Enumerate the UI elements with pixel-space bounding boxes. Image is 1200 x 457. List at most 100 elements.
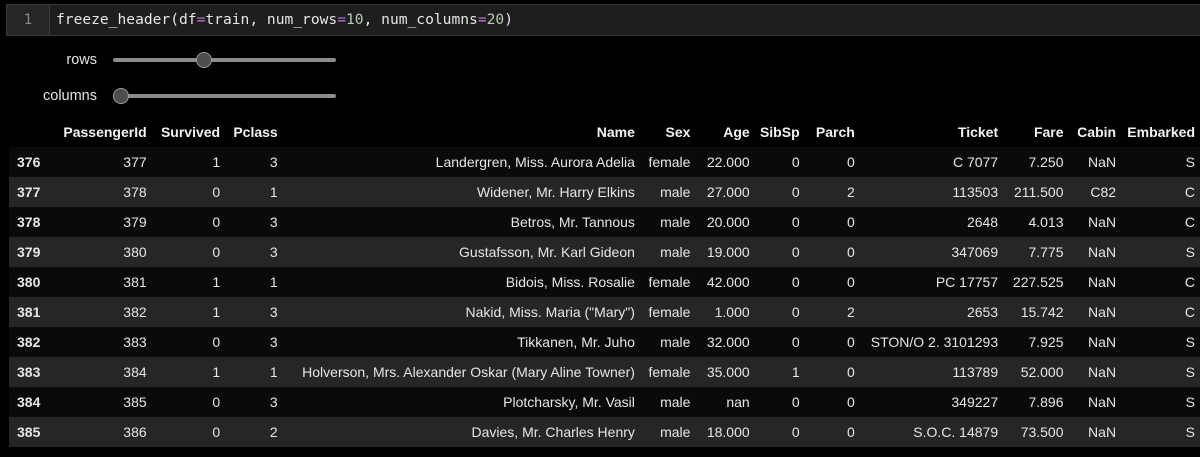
column-header: Survived	[160, 124, 221, 140]
table-cell: 22.000	[706, 154, 750, 170]
table-cell: NaN	[1088, 364, 1117, 380]
table-cell: 349227	[951, 394, 999, 410]
table-cell: 3	[269, 394, 278, 410]
table-cell: 7.925	[1028, 334, 1064, 350]
code-editor[interactable]: freeze_header(df=train, num_rows=10, num…	[56, 5, 513, 35]
table-cell: 0	[791, 394, 800, 410]
table-cell: NaN	[1088, 424, 1117, 440]
table-cell: NaN	[1088, 274, 1117, 290]
table-row: 377 378 0 1 Widener, Mr. Harry Elkins male 27.…	[9, 177, 1200, 207]
table-cell: 0	[212, 244, 221, 260]
line-number: 1	[7, 5, 50, 35]
column-header: SibSp	[759, 124, 800, 140]
rows-slider-handle[interactable]	[195, 52, 212, 68]
table-cell: 3	[269, 244, 278, 260]
table-cell: 52.000	[1020, 364, 1064, 380]
table-cell: Landergren, Miss. Aurora Adelia	[435, 154, 635, 170]
row-index: 381	[17, 304, 41, 320]
table-cell: 385	[123, 394, 147, 410]
table-cell: 383	[123, 334, 147, 350]
table-cell: Holverson, Mrs. Alexander Oskar (Mary Al…	[302, 364, 635, 380]
table-cell: NaN	[1088, 244, 1117, 260]
code-close: )	[504, 11, 513, 28]
dataframe-table: PassengerId Survived Pclass Name Sex Age SibSp…	[9, 117, 1200, 447]
table-cell: 0	[847, 244, 855, 260]
table-cell: 0	[847, 364, 855, 380]
columns-slider-track[interactable]	[113, 94, 336, 98]
table-cell: nan	[726, 394, 750, 410]
table-cell: 381	[123, 274, 147, 290]
table-cell: C 7077	[952, 154, 999, 170]
table-row: 383 384 1 1 Holverson, Mrs. Alexander Oskar …	[9, 357, 1200, 387]
table-cell: 2648	[966, 214, 999, 230]
table-cell: 0	[847, 394, 855, 410]
table-cell: 3	[269, 154, 278, 170]
columns-slider-handle[interactable]	[113, 88, 129, 104]
table-cell: 1	[212, 304, 221, 320]
table-cell: Betros, Mr. Tannous	[510, 214, 635, 230]
row-index: 376	[17, 154, 41, 170]
table-cell: 0	[212, 214, 221, 230]
table-cell: 379	[123, 214, 147, 230]
code-func: freeze_header(	[56, 11, 180, 28]
table-cell: Tikkanen, Mr. Juho	[517, 334, 635, 350]
table-cell: female	[648, 154, 691, 170]
table-cell: 42.000	[706, 274, 750, 290]
table-cell: 3	[269, 304, 278, 320]
table-cell: male	[660, 424, 691, 440]
table-cell: 384	[123, 364, 147, 380]
table-cell: 0	[791, 154, 800, 170]
row-index: 384	[17, 394, 41, 410]
table-cell: PC 17757	[935, 274, 999, 290]
table-cell: female	[648, 274, 691, 290]
table-cell: S	[1185, 334, 1195, 350]
table-cell: 113789	[952, 364, 999, 380]
column-header: PassengerId	[63, 124, 147, 140]
code-arg-key: num_columns	[381, 11, 478, 28]
code-num: 10	[346, 11, 364, 28]
table-cell: 1	[212, 364, 221, 380]
table-cell: C	[1184, 214, 1195, 230]
table-cell: STON/O 2. 3101293	[870, 334, 999, 350]
column-header: Embarked	[1127, 124, 1195, 140]
table-cell: 0	[847, 334, 855, 350]
table-cell: male	[660, 244, 691, 260]
column-header: Pclass	[233, 124, 278, 140]
table-cell: S	[1185, 364, 1195, 380]
table-cell: 0	[791, 214, 800, 230]
table-cell: 378	[123, 184, 147, 200]
rows-slider-track[interactable]	[113, 58, 336, 62]
table-cell: S.O.C. 14879	[913, 424, 999, 440]
table-cell: NaN	[1088, 214, 1117, 230]
table-cell: 20.000	[706, 214, 750, 230]
table-cell: 1	[212, 154, 221, 170]
table-cell: 2	[847, 184, 855, 200]
code-arg-key: num_rows	[266, 11, 338, 28]
table-cell: 386	[123, 424, 147, 440]
code-arg-val: train,	[205, 11, 267, 28]
table-row: 376 377 1 3 Landergren, Miss. Aurora Adelia f…	[9, 147, 1200, 177]
table-row: 381 382 1 3 Nakid, Miss. Maria ("Mary") femal…	[9, 297, 1200, 327]
table-cell: 35.000	[706, 364, 750, 380]
table-cell: 380	[123, 244, 147, 260]
code-cell[interactable]: 1 freeze_header(df=train, num_rows=10, n…	[6, 4, 1200, 36]
table-cell: 0	[791, 304, 800, 320]
table-cell: 211.500	[1013, 184, 1064, 200]
row-index: 380	[17, 274, 41, 290]
table-cell: NaN	[1088, 334, 1117, 350]
column-header: Age	[723, 124, 750, 140]
column-header: Parch	[815, 124, 855, 140]
table-cell: Nakid, Miss. Maria ("Mary")	[465, 304, 635, 320]
table-cell: 0	[847, 424, 855, 440]
table-cell: 27.000	[706, 184, 750, 200]
table-cell: male	[660, 394, 691, 410]
rows-slider-row: rows	[9, 50, 339, 70]
table-row: 379 380 0 3 Gustafsson, Mr. Karl Gideon male 1…	[9, 237, 1200, 267]
table-cell: 2653	[966, 304, 999, 320]
table-cell: 18.000	[706, 424, 750, 440]
column-header: Ticket	[957, 124, 999, 140]
columns-slider-row: columns	[9, 86, 339, 106]
table-cell: 2	[847, 304, 855, 320]
table-cell: Bidois, Miss. Rosalie	[505, 274, 635, 290]
column-header: Fare	[1033, 124, 1064, 140]
